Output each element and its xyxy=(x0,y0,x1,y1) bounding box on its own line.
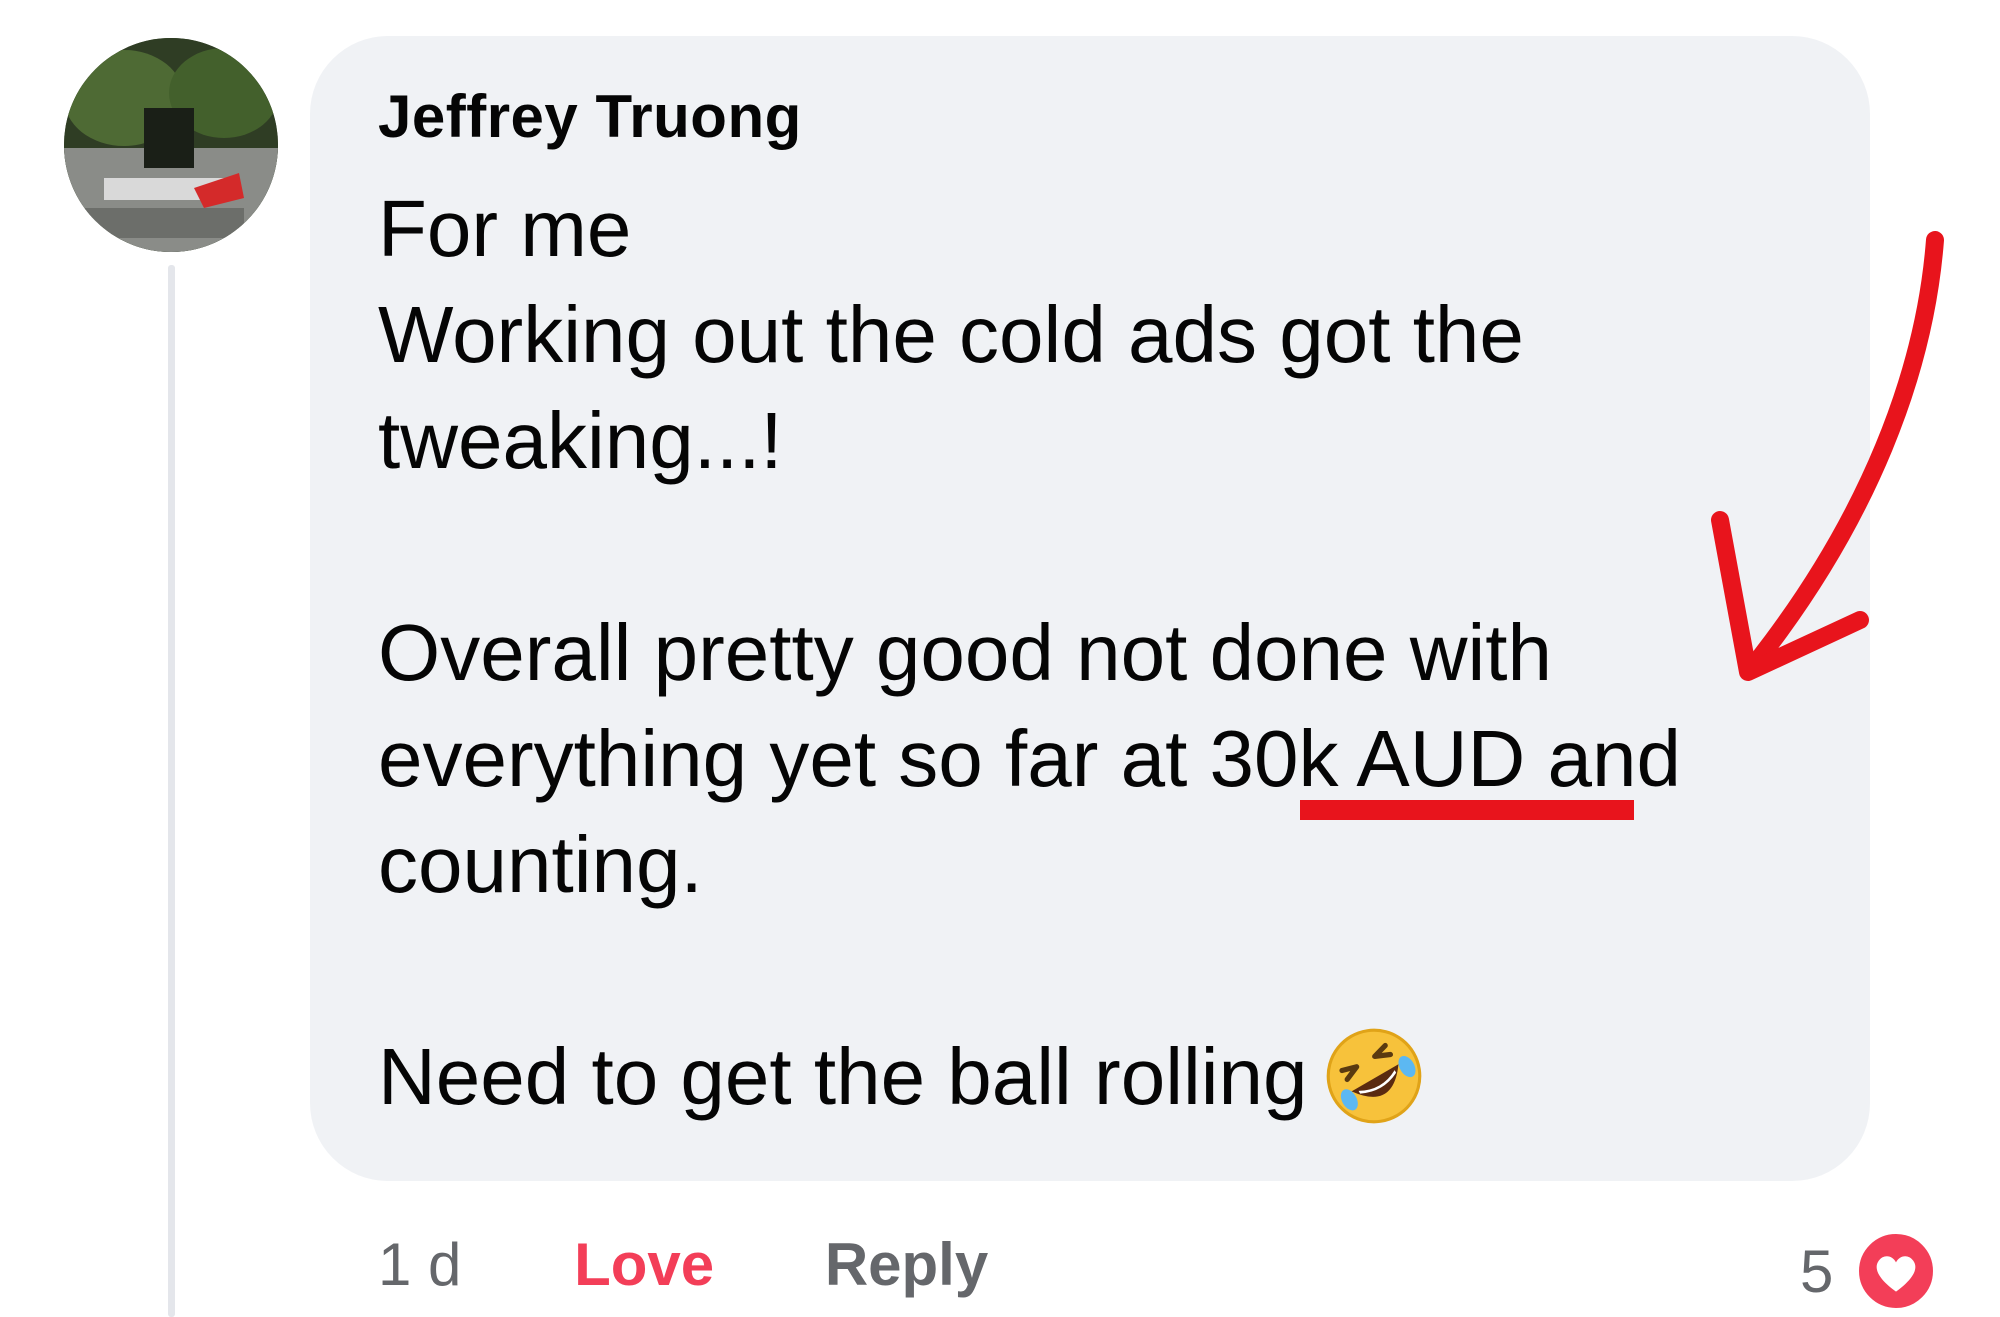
reply-button[interactable]: Reply xyxy=(825,1230,988,1300)
annotation-arrow-icon xyxy=(1711,231,1944,681)
comment-line-pre: everything yet so far at xyxy=(378,714,1210,803)
love-reaction-icon xyxy=(1854,1228,1939,1314)
comment-line: counting. xyxy=(378,820,703,909)
comment-body: For me Working out the cold ads got the … xyxy=(378,176,1838,1130)
comment-line-text: Need to get the ball rolling xyxy=(378,1032,1308,1121)
comment-line: tweaking...! xyxy=(378,396,783,485)
reaction-count: 5 xyxy=(1800,1237,1834,1305)
annotation-underline xyxy=(1300,800,1634,820)
comment-line: everything yet so far at 30k AUD and xyxy=(378,706,1838,812)
comment-line: Working out the cold ads got the xyxy=(378,290,1524,379)
love-button[interactable]: Love xyxy=(574,1230,714,1300)
rolling-on-floor-laughing-emoji xyxy=(1326,1028,1421,1124)
highlighted-amount: 30k AUD xyxy=(1209,714,1526,803)
avatar-image xyxy=(64,38,278,252)
reaction-summary[interactable]: 5 xyxy=(1800,1226,1939,1316)
comment-line: Overall pretty good not done with xyxy=(378,608,1553,697)
comment-line: For me xyxy=(378,184,632,273)
comment-author[interactable]: Jeffrey Truong xyxy=(378,82,802,152)
thread-line xyxy=(168,265,175,1317)
comment-line: Need to get the ball rolling xyxy=(378,1024,1838,1130)
comment-line-post: and xyxy=(1525,714,1681,803)
avatar[interactable] xyxy=(64,38,278,252)
comment-timestamp[interactable]: 1 d xyxy=(378,1230,461,1300)
comment-actions: 1 d Love Reply xyxy=(378,1230,988,1300)
